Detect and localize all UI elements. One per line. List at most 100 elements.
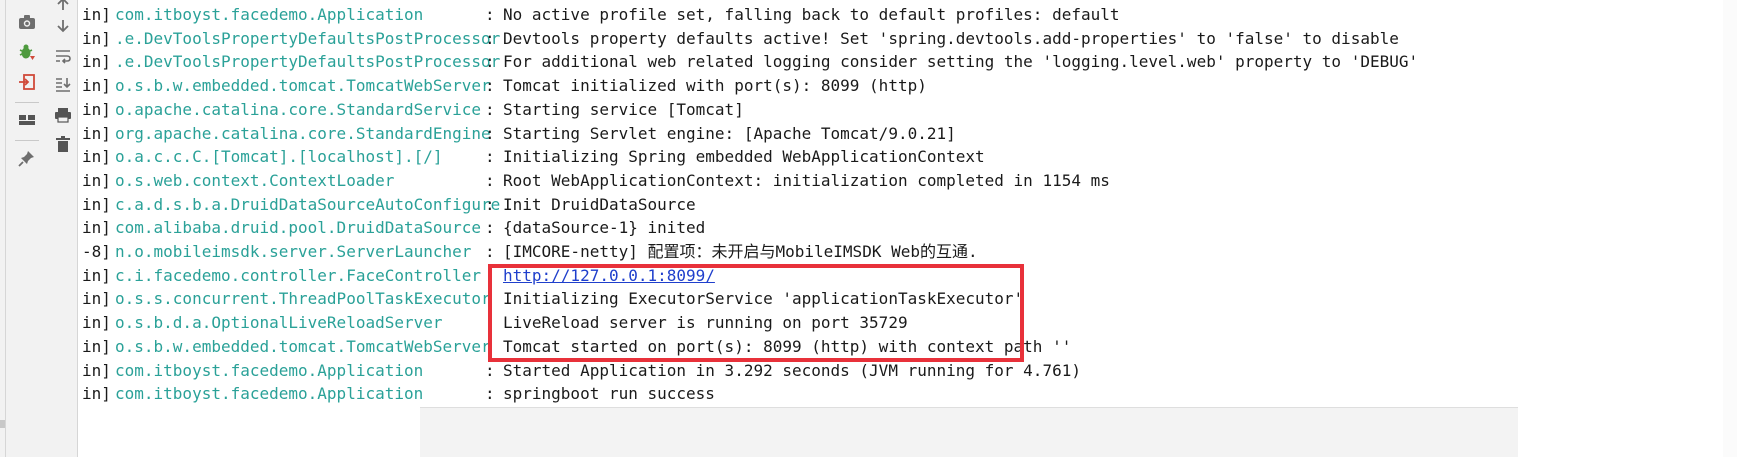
log-separator: : (485, 28, 495, 48)
log-message: Started Application in 3.292 seconds (JV… (503, 360, 1081, 380)
log-message: Tomcat initialized with port(s): 8099 (h… (503, 76, 927, 96)
log-logger-name: .e.DevToolsPropertyDefaultsPostProcessor (115, 28, 501, 48)
log-line: in] o.apache.catalina.core.StandardServic… (78, 98, 1737, 122)
log-line: in] c.a.d.s.b.a.DruidDataSourceAutoConfig… (78, 193, 1737, 217)
log-message: Root WebApplicationContext: initializati… (503, 170, 1110, 190)
log-line: in] org.apache.catalina.core.StandardEngi… (78, 122, 1737, 146)
log-line: in] o.s.s.concurrent.ThreadPoolTaskExecut… (78, 287, 1737, 311)
layout-icon (18, 113, 36, 127)
log-message: springboot run success (503, 384, 715, 404)
log-message: Tomcat started on port(s): 8099 (http) w… (503, 336, 1072, 356)
log-separator: : (485, 242, 495, 261)
log-logger-name: com.itboyst.facedemo.Application (115, 5, 424, 24)
log-message: No active profile set, falling back to d… (503, 5, 1120, 24)
log-thread-suffix: in] (82, 194, 111, 214)
log-message: For additional web related logging consi… (503, 52, 1419, 72)
console-toolbar (6, 0, 78, 457)
log-logger-name: o.s.b.w.embedded.tomcat.TomcatWebServer (115, 76, 491, 96)
soft-wrap-icon (54, 48, 72, 64)
log-separator: : (485, 5, 495, 24)
toolbar-separator (15, 140, 39, 141)
log-logger-name: org.apache.catalina.core.StandardEngine (115, 123, 491, 143)
toolbar-column-right (46, 0, 80, 457)
log-logger-name: c.i.facedemo.controller.FaceController (115, 265, 482, 285)
log-logger-name: com.itboyst.facedemo.Application (115, 360, 424, 380)
camera-button[interactable] (15, 10, 39, 34)
log-thread-suffix: in] (82, 99, 111, 119)
log-line: in] o.s.b.w.embedded.tomcat.TomcatWebServ… (78, 335, 1737, 359)
log-thread-suffix: in] (82, 147, 111, 167)
print-icon (54, 107, 72, 123)
log-thread-suffix: in] (82, 265, 111, 285)
log-separator: : (485, 265, 495, 285)
log-separator: : (485, 147, 495, 167)
log-message: LiveReload server is running on port 357… (503, 313, 908, 333)
pin-icon (18, 149, 36, 167)
log-separator: : (485, 123, 495, 143)
log-separator: : (485, 194, 495, 214)
scroll-down-button[interactable] (51, 14, 75, 38)
log-message: Starting service [Tomcat] (503, 99, 744, 119)
log-logger-name: o.apache.catalina.core.StandardService (115, 99, 482, 119)
log-message: {dataSource-1} inited (503, 218, 706, 238)
edge-notch (0, 420, 5, 428)
log-logger-name: o.s.b.w.embedded.tomcat.TomcatWebServer (115, 336, 491, 356)
log-line: in] com.alibaba.druid.pool.DruidDataSourc… (78, 216, 1737, 240)
log-thread-suffix: in] (82, 289, 111, 309)
arrow-down-icon (55, 18, 71, 34)
log-separator: : (485, 384, 495, 404)
log-message: Init DruidDataSource (503, 194, 696, 214)
layout-button[interactable] (15, 108, 39, 132)
log-line: in] c.i.facedemo.controller.FaceControlle… (78, 264, 1737, 288)
trash-icon (55, 135, 71, 153)
log-separator: : (485, 218, 495, 238)
log-message: Devtools property defaults active! Set '… (503, 28, 1399, 48)
log-thread-suffix: in] (82, 5, 111, 24)
log-logger-name: c.a.d.s.b.a.DruidDataSourceAutoConfigure (115, 194, 501, 214)
log-thread-suffix: in] (82, 76, 111, 96)
log-separator: : (485, 76, 495, 96)
log-separator: : (485, 99, 495, 119)
log-logger-name: o.s.s.concurrent.ThreadPoolTaskExecutor (115, 289, 491, 309)
log-line: in] .e.DevToolsPropertyDefaultsPostProces… (78, 27, 1737, 51)
log-thread-suffix: -8] (82, 242, 111, 261)
toolbar-column-left (10, 0, 44, 457)
log-message: Initializing ExecutorService 'applicatio… (503, 289, 1024, 309)
log-message-link[interactable]: http://127.0.0.1:8099/ (503, 264, 715, 288)
soft-wrap-button[interactable] (51, 44, 75, 68)
bottom-overlay-panel (420, 407, 1518, 457)
pin-button[interactable] (15, 146, 39, 170)
log-separator: : (485, 313, 495, 333)
debug-button[interactable] (15, 40, 39, 64)
log-separator: : (485, 170, 495, 190)
log-separator: : (485, 360, 495, 380)
console-output[interactable]: in] com.itboyst.facedemo.Application: No a… (78, 0, 1737, 457)
log-thread-suffix: in] (82, 218, 111, 238)
log-line: in] .e.DevToolsPropertyDefaultsPostProces… (78, 50, 1737, 74)
scroll-to-end-button[interactable] (51, 72, 75, 96)
clear-button[interactable] (51, 132, 75, 156)
log-thread-suffix: in] (82, 170, 111, 190)
log-line: -8] n.o.mobileimsdk.server.ServerLauncher… (78, 240, 1737, 264)
camera-icon (18, 14, 36, 30)
exit-to-icon (18, 73, 36, 91)
log-message: Starting Servlet engine: [Apache Tomcat/… (503, 123, 956, 143)
log-logger-name: com.itboyst.facedemo.Application (115, 384, 424, 404)
log-separator: : (485, 336, 495, 356)
log-logger-name: .e.DevToolsPropertyDefaultsPostProcessor (115, 52, 501, 72)
log-line: in] o.s.b.d.a.OptionalLiveReloadServer: Li… (78, 311, 1737, 335)
log-thread-suffix: in] (82, 336, 111, 356)
log-logger-name: o.a.c.c.C.[Tomcat].[localhost].[/] (115, 147, 443, 167)
log-logger-name: com.alibaba.druid.pool.DruidDataSource (115, 218, 482, 238)
log-logger-name: o.s.web.context.ContextLoader (115, 170, 395, 190)
log-thread-suffix: in] (82, 123, 111, 143)
log-message: [IMCORE-netty] 配置项：未开启与MobileIMSDK Web的互… (503, 242, 978, 261)
toolbar-separator (15, 102, 39, 103)
log-line: in] com.itboyst.facedemo.Application: No a… (78, 3, 1737, 27)
exit-button[interactable] (15, 70, 39, 94)
vertical-scrollbar[interactable] (1723, 0, 1737, 457)
arrow-up-icon (55, 0, 71, 12)
print-button[interactable] (51, 103, 75, 127)
log-line: in] com.itboyst.facedemo.Application: Star… (78, 359, 1737, 383)
log-line: in] o.s.b.w.embedded.tomcat.TomcatWebServ… (78, 74, 1737, 98)
